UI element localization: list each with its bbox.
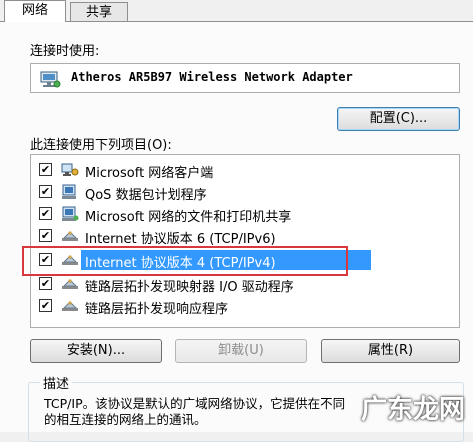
list-item[interactable]: ✔ 链路层拓扑发现映射器 I/O 驱动程序	[31, 273, 459, 295]
configure-button[interactable]: 配置(C)...	[337, 107, 460, 131]
adapter-name: Atheros AR5B97 Wireless Network Adapter	[71, 70, 353, 84]
protocol-icon	[62, 301, 78, 311]
protocol-icon	[62, 231, 78, 241]
item-label: Internet 协议版本 4 (TCP/IPv4)	[85, 256, 276, 271]
network-client-icon	[61, 163, 79, 176]
item-checkbox[interactable]: ✔	[39, 299, 52, 312]
tab-sharing[interactable]: 共享	[70, 2, 128, 21]
tab-network[interactable]: 网络	[4, 0, 66, 22]
list-item[interactable]: ✔ Microsoft 网络的文件和打印机共享	[31, 203, 459, 225]
item-checkbox[interactable]: ✔	[39, 185, 52, 198]
item-label: Microsoft 网络的文件和打印机共享	[85, 210, 292, 225]
item-checkbox[interactable]: ✔	[39, 253, 52, 266]
item-label: Internet 协议版本 6 (TCP/IPv6)	[85, 232, 276, 247]
components-list[interactable]: ✔ Microsoft 网络客户端 ✔ QoS 数据包计划程序 ✔ Micros…	[30, 154, 460, 328]
description-line-2: 的相互连接的网络上的通讯。	[44, 412, 207, 427]
list-item[interactable]: ✔ QoS 数据包计划程序	[31, 181, 459, 203]
properties-button[interactable]: 属性(R)	[321, 339, 460, 363]
watermark: 广东龙网	[360, 395, 465, 425]
uninstall-button[interactable]: 卸载(U)	[175, 339, 307, 363]
file-printer-sharing-icon	[62, 206, 79, 221]
list-item[interactable]: ✔ Internet 协议版本 6 (TCP/IPv6)	[31, 225, 459, 247]
qos-scheduler-icon	[62, 184, 76, 199]
item-checkbox[interactable]: ✔	[39, 277, 52, 290]
items-label: 此连接使用下列项目(O):	[30, 138, 172, 153]
list-item[interactable]: ✔ Microsoft 网络客户端	[31, 159, 459, 181]
protocol-icon	[62, 255, 78, 265]
install-button[interactable]: 安装(N)...	[30, 339, 162, 363]
item-label: Microsoft 网络客户端	[85, 166, 214, 181]
connect-using-label: 连接时使用:	[30, 44, 100, 59]
list-item[interactable]: ✔ 链路层拓扑发现响应程序	[31, 295, 459, 317]
item-checkbox[interactable]: ✔	[39, 163, 52, 176]
item-label: 链路层拓扑发现映射器 I/O 驱动程序	[85, 280, 294, 295]
protocol-icon	[62, 279, 78, 289]
item-label: QoS 数据包计划程序	[85, 188, 207, 203]
adapter-box: Atheros AR5B97 Wireless Network Adapter	[30, 63, 460, 93]
item-label: 链路层拓扑发现响应程序	[85, 302, 229, 317]
item-checkbox[interactable]: ✔	[39, 207, 52, 220]
list-item-selected[interactable]: ✔ Internet 协议版本 4 (TCP/IPv4)	[31, 249, 459, 271]
item-checkbox[interactable]: ✔	[39, 229, 52, 242]
network-adapter-icon	[40, 71, 61, 88]
description-legend: 描述	[40, 373, 73, 392]
tab-strip: 网络 共享	[0, 0, 473, 22]
